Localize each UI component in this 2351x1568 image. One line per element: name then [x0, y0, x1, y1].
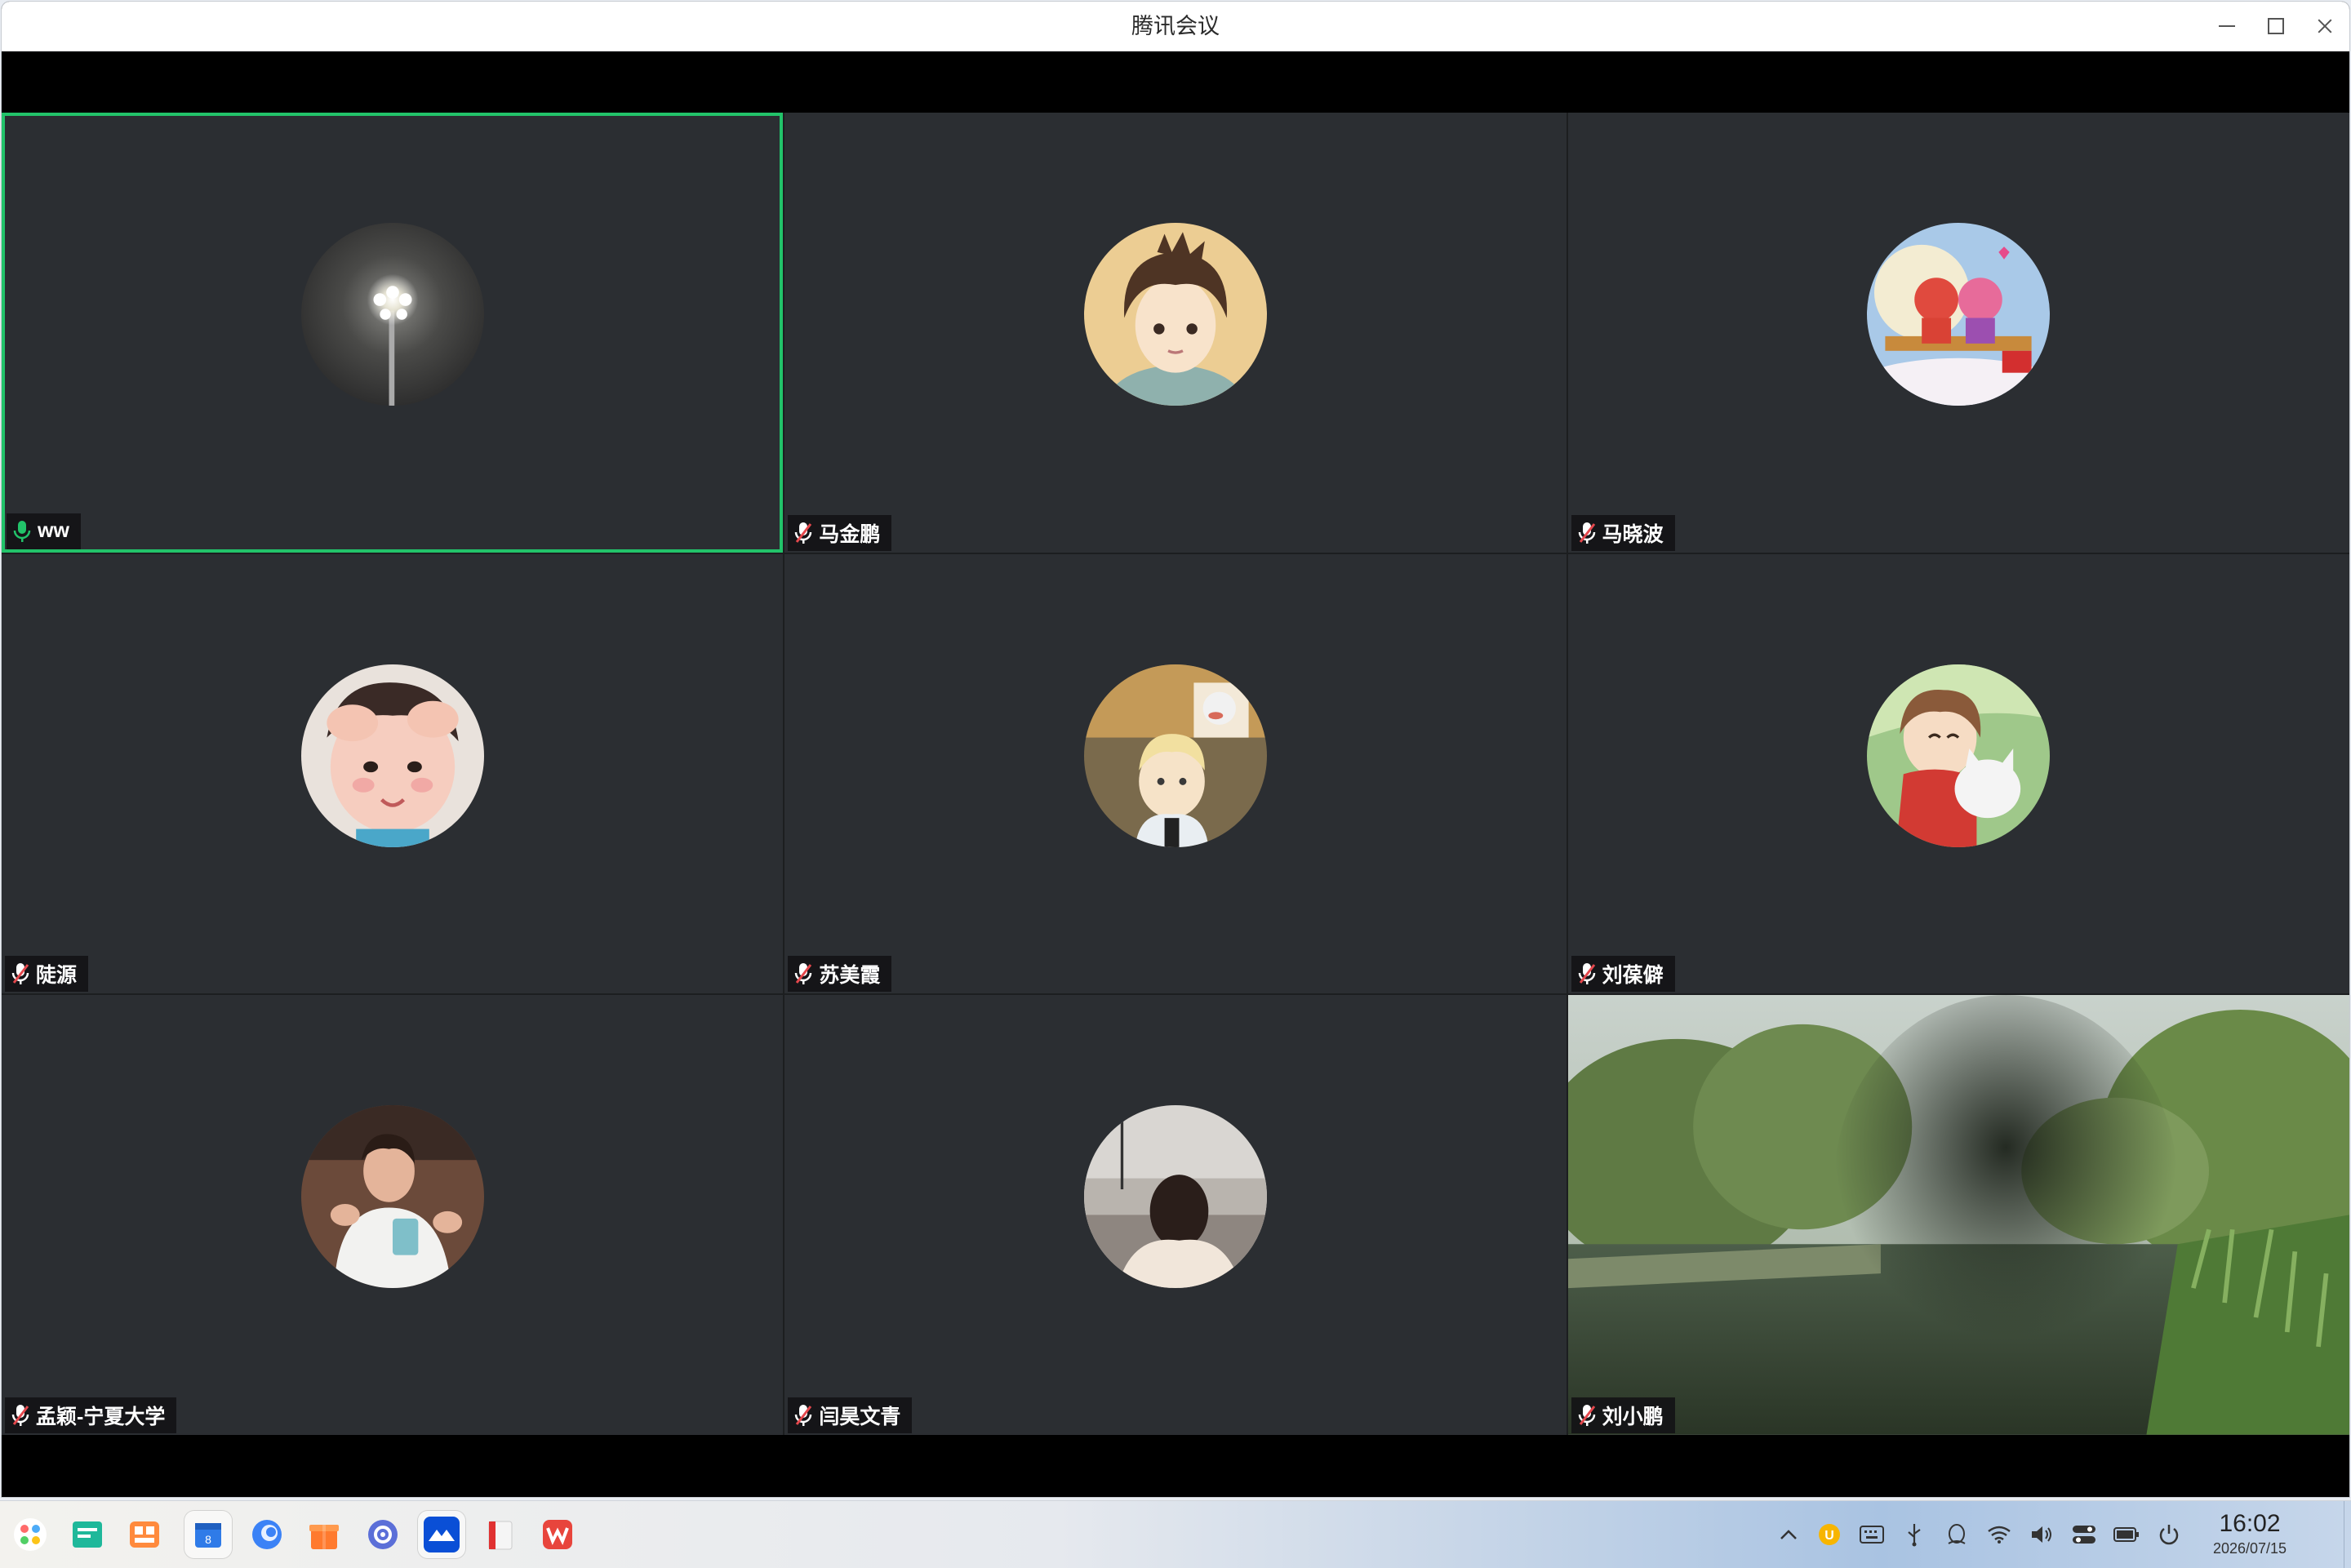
chevron-up-icon[interactable]	[1773, 1519, 1804, 1550]
participant-name: 刘葆僻	[1602, 964, 1664, 988]
mic-muted-icon	[794, 962, 812, 985]
mic-muted-icon	[1578, 962, 1596, 985]
participant-label: 刘小鹏	[1571, 1397, 1675, 1433]
mic-muted-icon	[794, 1404, 812, 1427]
park-pond-video	[1567, 995, 2349, 1435]
participant-label: 马金鹏	[788, 514, 892, 551]
svg-text:8: 8	[205, 1533, 211, 1546]
participant-tile[interactable]: 陡源	[2, 553, 784, 994]
participant-label: 孟颖-宁夏大学	[5, 1397, 177, 1433]
participant-name: 刘小鹏	[1602, 1406, 1664, 1428]
minimize-button[interactable]	[2202, 2, 2251, 51]
app-store-icon[interactable]	[121, 1511, 168, 1558]
mic-muted-icon	[1578, 1404, 1596, 1427]
wps-icon[interactable]	[534, 1511, 581, 1558]
participant-tile[interactable]: 马晓波	[1567, 113, 2349, 553]
participant-name: 马晓波	[1602, 522, 1664, 546]
participant-tile[interactable]: 苏美霞	[784, 553, 1567, 994]
close-icon	[2316, 17, 2334, 35]
mic-muted-icon	[11, 962, 29, 985]
volume-icon[interactable]	[2026, 1519, 2057, 1550]
window-title: 腾讯会议	[1131, 14, 1220, 38]
participant-tile[interactable]: ww	[2, 113, 784, 553]
participant-name: 孟颖-宁夏大学	[36, 1406, 166, 1428]
qq-icon[interactable]	[1941, 1519, 1972, 1550]
calendar-icon[interactable]: 8	[184, 1511, 232, 1558]
mic-muted-icon	[794, 522, 812, 544]
reader-icon[interactable]	[477, 1511, 524, 1558]
svg-text:U: U	[1824, 1529, 1834, 1543]
man-photo-icon	[300, 1105, 484, 1289]
minimize-icon	[2219, 25, 2235, 27]
participant-name: 闫昊文青	[819, 1406, 901, 1428]
participant-label: ww	[7, 513, 81, 549]
maximize-icon	[2268, 18, 2284, 34]
keyboard-icon[interactable]	[1856, 1519, 1887, 1550]
power-icon[interactable]	[2153, 1519, 2184, 1550]
wifi-icon[interactable]	[1984, 1519, 2015, 1550]
clock-time: 16:02	[2219, 1510, 2281, 1537]
mic-muted-icon	[11, 1404, 29, 1427]
child-photo-icon	[300, 664, 484, 847]
participant-tile[interactable]: 闫昊文青	[784, 995, 1567, 1435]
usb-icon[interactable]	[1899, 1519, 1930, 1550]
clock[interactable]: 16:02 2026/07/15	[2193, 1509, 2307, 1558]
mic-on-icon	[13, 520, 31, 543]
participant-tile[interactable]: 孟颖-宁夏大学	[2, 995, 784, 1435]
meeting-app-icon[interactable]	[418, 1511, 465, 1558]
launcher-icon[interactable]	[7, 1511, 54, 1558]
participant-label: 刘葆僻	[1571, 956, 1675, 993]
input-method-icon[interactable]: U	[1814, 1519, 1845, 1550]
participant-name: 苏美霞	[819, 964, 881, 988]
settings-icon[interactable]	[359, 1511, 407, 1558]
close-button[interactable]	[2300, 2, 2349, 51]
participant-tile[interactable]: 马金鹏	[784, 113, 1567, 553]
participant-label: 马晓波	[1571, 514, 1675, 551]
toggle-icon[interactable]	[2069, 1519, 2100, 1550]
streetlight-night-icon	[300, 223, 484, 406]
anime-boy-icon	[1083, 223, 1267, 406]
files-icon[interactable]	[64, 1511, 111, 1558]
participant-name: 陡源	[36, 964, 78, 988]
participant-tile[interactable]: 刘葆僻	[1567, 553, 2349, 994]
maximize-button[interactable]	[2251, 2, 2300, 51]
participant-name: 马金鹏	[819, 522, 881, 546]
browser-icon[interactable]	[243, 1511, 291, 1558]
title-bar[interactable]: 腾讯会议	[2, 2, 2349, 51]
mic-muted-icon	[1578, 522, 1596, 544]
cartoon-couple-icon	[1867, 223, 2051, 406]
video-grid: ww 马金鹏 马晓波 陡源 苏美霞 刘葆僻 孟颖-宁夏大学 闫昊文青 刘小鹏	[2, 113, 2349, 1435]
taskbar: 8 U 16:02 2026/07/15	[0, 1500, 2351, 1568]
participant-label: 陡源	[5, 956, 89, 993]
anime-cat-icon	[1083, 664, 1267, 847]
gift-box-icon[interactable]	[300, 1511, 348, 1558]
clock-date: 2026/07/15	[2212, 1540, 2287, 1557]
participant-label: 苏美霞	[788, 956, 892, 993]
participant-label: 闫昊文青	[788, 1397, 913, 1433]
anime-boy-cat-icon	[1867, 664, 2051, 847]
participant-name: ww	[38, 519, 69, 543]
battery-icon[interactable]	[2111, 1519, 2142, 1550]
girl-lake-icon	[1083, 1105, 1267, 1289]
show-desktop-button[interactable]	[2344, 1501, 2351, 1568]
meeting-window: 腾讯会议 ww 马金鹏 马晓波 陡源 苏美霞 刘葆僻 孟颖-宁夏大学 闫昊文青 …	[2, 2, 2349, 1497]
participant-tile[interactable]: 刘小鹏	[1567, 995, 2349, 1435]
